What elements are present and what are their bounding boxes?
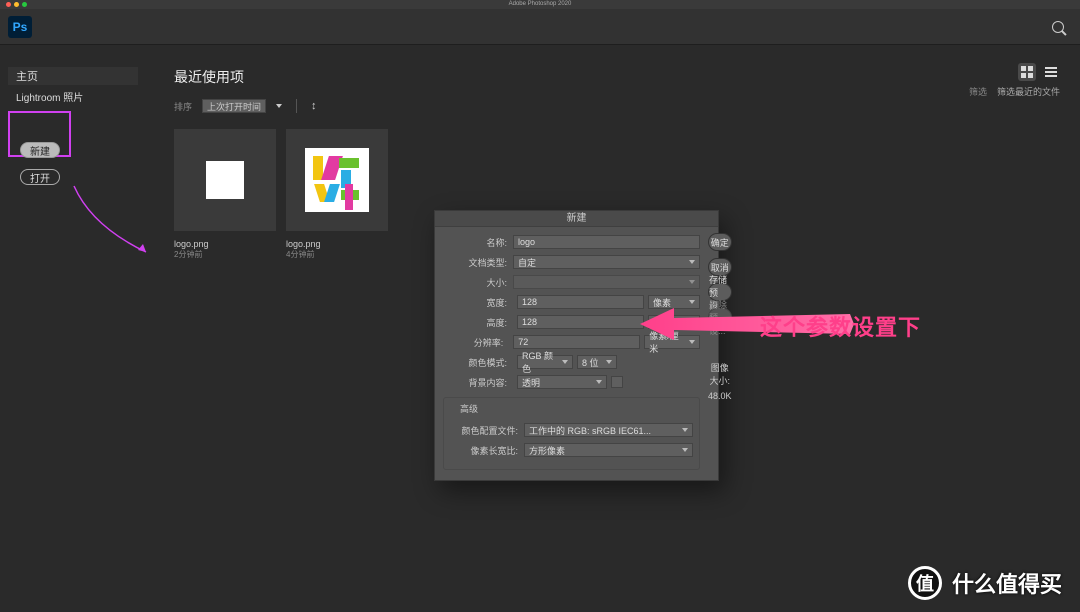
aspect-select[interactable]: 方形像素 (524, 443, 693, 457)
content-area: 最近使用项 排序 上次打开时间 ↕ logo.png 2分钟前 logo.png… (174, 67, 1060, 113)
recent-thumbnails: logo.png 2分钟前 logo.png 4分钟前 (174, 129, 388, 260)
aspect-label: 像素长宽比: (450, 444, 524, 457)
dialog-title: 新建 (435, 211, 718, 227)
sort-value[interactable]: 上次打开时间 (202, 99, 266, 113)
file-name: logo.png (286, 239, 388, 249)
open-button[interactable]: 打开 (20, 169, 60, 185)
traffic-light-minimize[interactable] (14, 2, 19, 7)
image-size-value: 48.0K (708, 391, 732, 401)
height-input[interactable] (517, 315, 644, 329)
size-select[interactable] (513, 275, 700, 289)
ok-button[interactable]: 确定 (708, 233, 732, 251)
image-size-label: 图像大小: (710, 363, 731, 386)
watermark: 值 什么值得买 (908, 566, 1062, 600)
bitdepth-select[interactable]: 8 位 (577, 355, 617, 369)
height-unit-select[interactable]: 像素 (648, 315, 700, 329)
chevron-down-icon (606, 360, 612, 364)
chevron-down-icon (682, 448, 688, 452)
width-label: 宽度: (443, 296, 513, 309)
height-label: 高度: (443, 316, 513, 329)
file-when: 2分钟前 (174, 249, 276, 260)
filter-row: 筛选 筛选最近的文件 (969, 85, 1060, 98)
file-name: logo.png (174, 239, 276, 249)
file-when: 4分钟前 (286, 249, 388, 260)
traffic-light-zoom[interactable] (22, 2, 27, 7)
profile-label: 颜色配置文件: (450, 424, 524, 437)
recent-heading: 最近使用项 (174, 67, 1060, 87)
window-title: Adobe Photoshop 2020 (509, 1, 572, 7)
sidebar-item-lightroom[interactable]: Lightroom 照片 (8, 89, 163, 104)
search-icon[interactable] (1052, 21, 1068, 37)
chevron-down-icon[interactable] (276, 104, 282, 108)
left-sidebar: 主页 Lightroom 照片 新建 打开 (8, 67, 163, 104)
background-color-swatch[interactable] (611, 376, 623, 388)
chevron-down-icon (682, 428, 688, 432)
width-input[interactable] (517, 295, 644, 309)
image-size-readout: 图像大小: 48.0K (708, 361, 732, 401)
sidebar-item-home[interactable]: 主页 (8, 67, 138, 85)
thumbnail-card[interactable]: logo.png 2分钟前 (174, 129, 276, 260)
resolution-label: 分辨率: (443, 336, 509, 349)
name-input[interactable] (513, 235, 700, 249)
doctype-select[interactable]: 自定 (513, 255, 700, 269)
new-document-dialog: 新建 名称: 文档类型: 自定 大小: 宽度: 像素 高度: 像素 分辨率: 像… (434, 210, 719, 481)
colormode-select[interactable]: RGB 颜色 (517, 355, 573, 369)
list-view-icon[interactable] (1042, 63, 1060, 81)
background-select[interactable]: 透明 (517, 375, 607, 389)
sort-row: 排序 上次打开时间 ↕ (174, 99, 1060, 113)
colormode-label: 颜色模式: (443, 356, 513, 369)
width-unit-select[interactable]: 像素 (648, 295, 700, 309)
doctype-label: 文档类型: (443, 256, 513, 269)
view-toggle (1018, 63, 1060, 81)
chevron-down-icon (689, 280, 695, 284)
annotation-arrow-1 (70, 182, 150, 262)
traffic-light-close[interactable] (6, 2, 11, 7)
delete-preset-button: 删除预设... (708, 308, 732, 326)
new-button[interactable]: 新建 (20, 142, 60, 158)
name-label: 名称: (443, 236, 513, 249)
watermark-text: 什么值得买 (952, 567, 1062, 599)
thumbnail-image (286, 129, 388, 231)
filter-label: 筛选 (969, 85, 987, 98)
thumbnail-image (174, 129, 276, 231)
background-label: 背景内容: (443, 376, 513, 389)
divider (296, 99, 297, 113)
chevron-down-icon (689, 260, 695, 264)
sort-label: 排序 (174, 100, 192, 113)
size-label: 大小: (443, 276, 513, 289)
advanced-label: 高级 (456, 402, 482, 415)
watermark-badge-icon: 值 (908, 566, 942, 600)
thumbnail-card[interactable]: logo.png 4分钟前 (286, 129, 388, 260)
chevron-down-icon (689, 320, 695, 324)
filter-input[interactable]: 筛选最近的文件 (997, 85, 1060, 98)
grid-view-icon[interactable] (1018, 63, 1036, 81)
profile-select[interactable]: 工作中的 RGB: sRGB IEC61... (524, 423, 693, 437)
resolution-input[interactable] (513, 335, 640, 349)
macos-titlebar: Adobe Photoshop 2020 (0, 0, 1080, 9)
ps-logo-icon[interactable]: Ps (8, 16, 32, 38)
annotation-callout-text: 这个参数设置下 (760, 310, 921, 342)
sort-direction-icon[interactable]: ↕ (311, 100, 317, 112)
chevron-down-icon (689, 300, 695, 304)
chevron-down-icon (596, 380, 602, 384)
chevron-down-icon (562, 360, 568, 364)
resolution-unit-select[interactable]: 像素/厘米 (644, 335, 700, 349)
chevron-down-icon (689, 340, 695, 344)
app-bar: Ps (0, 9, 1080, 45)
advanced-group: 高级 颜色配置文件: 工作中的 RGB: sRGB IEC61... 像素长宽比… (443, 397, 700, 470)
